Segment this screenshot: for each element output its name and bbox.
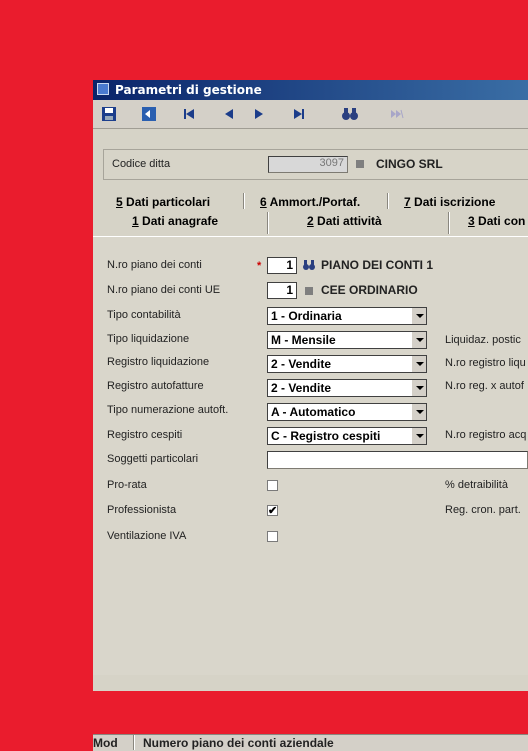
chevron-down-icon[interactable] [411, 332, 426, 348]
registro-liquidazione-select[interactable]: 2 - Vendite [267, 355, 427, 373]
next-icon[interactable] [251, 105, 267, 123]
registro-acq-label: N.ro registro acq [445, 429, 527, 441]
tab-label: Dati con [474, 214, 526, 228]
company-box: Codice ditta 3097 CINGO SRL [103, 149, 528, 180]
professionista-label: Professionista [107, 504, 177, 516]
soggetti-particolari-input[interactable] [267, 451, 528, 469]
tab-dati-attivita[interactable]: 2 Dati attività [307, 214, 382, 228]
lookup-square-icon[interactable] [356, 160, 364, 168]
prorata-label: Pro-rata [107, 479, 147, 491]
chevron-down-icon[interactable] [411, 308, 426, 324]
chevron-down-icon[interactable] [411, 428, 426, 444]
exit-icon[interactable] [141, 105, 157, 123]
ventilazione-label: Ventilazione IVA [107, 530, 187, 542]
window: Parametri di gestione Codice ditta 3097 … [93, 80, 528, 751]
status-bar: Mod Numero piano dei conti aziendale [93, 734, 528, 751]
tab-key: 2 [307, 214, 314, 228]
chevron-down-icon[interactable] [411, 356, 426, 372]
app-icon [97, 83, 109, 95]
tab-dati-particolari[interactable]: 5 Dati particolari [116, 195, 210, 209]
tab-label: Dati particolari [122, 195, 211, 209]
reg-autof-label: N.ro reg. x autof [445, 380, 524, 392]
chevron-down-icon[interactable] [411, 380, 426, 396]
registro-cespiti-select[interactable]: C - Registro cespiti [267, 427, 427, 445]
status-mode: Mod [93, 736, 118, 750]
tab-label: Ammort./Portaf. [266, 195, 361, 209]
tab-dati-iscrizione[interactable]: 7 Dati iscrizione [404, 195, 495, 209]
company-code-value: 3097 [319, 157, 344, 169]
tipo-liquidazione-select[interactable]: M - Mensile [267, 331, 427, 349]
tab-key: 5 [116, 195, 123, 209]
company-code-label: Codice ditta [112, 158, 171, 170]
tab-dati-contabili[interactable]: 3 Dati con [468, 214, 525, 228]
registro-cespiti-value: C - Registro cespiti [271, 429, 381, 443]
tab-key: 3 [468, 214, 475, 228]
company-name: CINGO SRL [376, 157, 443, 171]
registro-liqu-label: N.ro registro liqu [445, 357, 526, 369]
tab-key: 7 [404, 195, 411, 209]
registro-liquidazione-value: 2 - Vendite [271, 357, 332, 371]
prev-icon[interactable] [221, 105, 237, 123]
title-bar: Parametri di gestione [93, 80, 528, 100]
tipo-numerazione-select[interactable]: A - Automatico [267, 403, 427, 421]
tab-label: Dati attività [313, 214, 382, 228]
ventilazione-checkbox[interactable] [267, 531, 278, 542]
tab-separator [267, 212, 269, 234]
tab-key: 1 [132, 214, 139, 228]
tab-separator [243, 193, 245, 209]
piano-conti-value: 1 [286, 258, 293, 272]
toolbar [93, 100, 528, 129]
status-separator [133, 735, 135, 750]
tipo-numerazione-value: A - Automatico [271, 405, 356, 419]
tipo-contabilita-select[interactable]: 1 - Ordinaria [267, 307, 427, 325]
tab-label: Dati iscrizione [410, 195, 496, 209]
tab-label: Dati anagrafe [138, 214, 219, 228]
tipo-liquidazione-value: M - Mensile [271, 333, 336, 347]
prorata-checkbox[interactable] [267, 480, 278, 491]
required-marker: * [257, 260, 262, 272]
save-icon[interactable] [101, 105, 117, 123]
tipo-liquidazione-label: Tipo liquidazione [107, 333, 190, 345]
tab-key: 6 [260, 195, 267, 209]
first-icon[interactable] [181, 105, 197, 123]
piano-conti-input[interactable]: 1 [267, 257, 297, 274]
piano-conti-ue-label: N.ro piano dei conti UE [107, 284, 221, 296]
registro-autofatture-label: Registro autofatture [107, 380, 204, 392]
piano-conti-name: PIANO DEI CONTI 1 [321, 258, 434, 272]
piano-conti-label: N.ro piano dei conti [107, 259, 202, 271]
piano-conti-ue-name: CEE ORDINARIO [321, 283, 418, 297]
binoculars-lookup-icon[interactable] [303, 258, 315, 275]
left-red-margin [0, 0, 93, 691]
tab-strip: 5 Dati particolari 6 Ammort./Portaf. 7 D… [93, 190, 528, 236]
window-title: Parametri di gestione [115, 83, 262, 97]
registro-cespiti-label: Registro cespiti [107, 429, 183, 441]
registro-autofatture-select[interactable]: 2 - Vendite [267, 379, 427, 397]
reg-cron-label: Reg. cron. part. [445, 504, 521, 516]
tipo-numerazione-label: Tipo numerazione autoft. [107, 404, 229, 416]
tipo-contabilita-label: Tipo contabilità [107, 309, 181, 321]
skip-icon[interactable] [389, 105, 405, 123]
tab-separator [448, 212, 450, 234]
registro-autofatture-value: 2 - Vendite [271, 381, 332, 395]
chevron-down-icon[interactable] [411, 404, 426, 420]
registro-liquidazione-label: Registro liquidazione [107, 356, 210, 368]
piano-conti-ue-value: 1 [286, 283, 293, 297]
tab-separator [387, 193, 389, 209]
tab-ammort-portaf[interactable]: 6 Ammort./Portaf. [260, 195, 360, 209]
professionista-checkbox[interactable]: ✔ [267, 505, 278, 517]
soggetti-particolari-label: Soggetti particolari [107, 453, 199, 465]
company-code-field[interactable]: 3097 [268, 156, 348, 173]
status-message: Numero piano dei conti aziendale [143, 736, 334, 750]
tab-dati-anagrafe[interactable]: 1 Dati anagrafe [132, 214, 218, 228]
lookup-square-icon[interactable] [305, 287, 313, 295]
last-icon[interactable] [291, 105, 307, 123]
detraibilita-label: % detraibilità [445, 479, 508, 491]
binoculars-icon[interactable] [341, 105, 359, 123]
liquidaz-postic-label: Liquidaz. postic [445, 334, 521, 346]
piano-conti-ue-input[interactable]: 1 [267, 282, 297, 299]
form-panel: N.ro piano dei conti * 1 PIANO DEI CONTI… [93, 236, 528, 675]
tipo-contabilita-value: 1 - Ordinaria [271, 309, 342, 323]
